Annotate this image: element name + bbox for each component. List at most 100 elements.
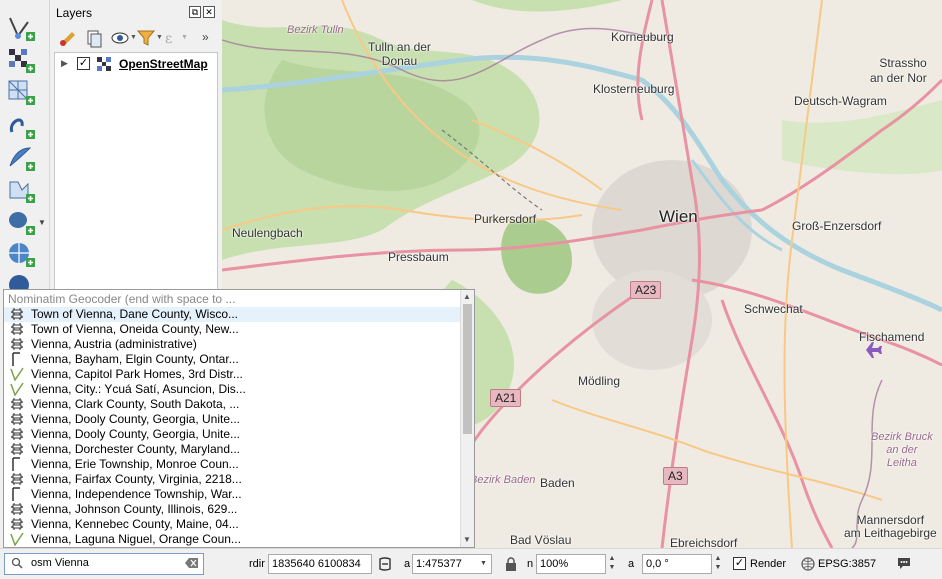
clear-input-icon[interactable] xyxy=(185,557,199,572)
add-vector-layer-icon[interactable] xyxy=(6,176,36,204)
locator-result-item[interactable]: Vienna, Fairfax County, Virginia, 2218..… xyxy=(4,472,460,487)
locator-result-item[interactable]: Vienna, Bayham, Elgin County, Ontar... xyxy=(4,352,460,367)
locator-result-item[interactable]: Vienna, Kennebec County, Maine, 04... xyxy=(4,517,460,532)
crs-label[interactable]: EPSG:3857 xyxy=(818,558,876,570)
locator-result-text: Vienna, City.: Ycuá Satí, Asuncion, Dis.… xyxy=(31,382,246,396)
map-label-bezirk-bruck: Bezirk Bruck an der Leitha xyxy=(871,431,933,469)
coordinate-field[interactable]: 1835640 6100834 xyxy=(268,554,372,574)
add-postgis-icon[interactable] xyxy=(6,208,36,236)
locator-result-text: Vienna, Capitol Park Homes, 3rd Distr... xyxy=(31,367,243,381)
boundary-icon xyxy=(10,412,24,426)
messages-icon[interactable] xyxy=(896,555,912,574)
locator-result-item[interactable]: Vienna, Capitol Park Homes, 3rd Distr... xyxy=(4,367,460,382)
locator-result-text: Vienna, Austria (administrative) xyxy=(31,337,197,351)
scroll-up-icon[interactable]: ▲ xyxy=(463,292,471,301)
raster-layer-icon xyxy=(97,57,111,71)
locator-result-text: Town of Vienna, Oneida County, New... xyxy=(31,322,239,336)
locator-results-popup: Nominatim Geocoder (end with space to ..… xyxy=(3,289,475,548)
scroll-thumb[interactable] xyxy=(463,304,472,434)
render-checkbox[interactable]: ✓ xyxy=(733,557,746,570)
map-label-bezirk-tulln: Bezirk Tulln xyxy=(287,24,344,36)
add-group-icon[interactable] xyxy=(84,28,104,48)
boundary-icon xyxy=(10,307,24,321)
road-shield-a23: A23 xyxy=(630,281,662,299)
locator-result-text: Vienna, Dooly County, Georgia, Unite... xyxy=(31,427,241,441)
locator-result-item[interactable]: Vienna, City.: Ycuá Satí, Asuncion, Dis.… xyxy=(4,382,460,397)
locator-input[interactable] xyxy=(31,557,181,569)
road-icon xyxy=(10,382,24,397)
locator-search-box[interactable] xyxy=(4,553,204,575)
layer-tree: ▶ ✓ OpenStreetMap xyxy=(54,52,218,290)
digitize-vertex-icon[interactable] xyxy=(6,14,36,42)
locator-result-text: Vienna, Kennebec County, Maine, 04... xyxy=(31,517,239,531)
locator-result-text: Vienna, Clark County, South Dakota, ... xyxy=(31,397,240,411)
locator-result-item[interactable]: Vienna, Dooly County, Georgia, Unite... xyxy=(4,427,460,442)
map-label-klosterneuburg: Klosterneuburg xyxy=(593,82,675,96)
locator-result-item[interactable]: Town of Vienna, Dane County, Wisco... xyxy=(4,307,460,322)
locator-result-item[interactable]: Vienna, Erie Township, Monroe Coun... xyxy=(4,457,460,472)
close-panel-icon[interactable]: ✕ xyxy=(203,6,215,18)
boundary-icon xyxy=(10,427,24,441)
add-delimited-text-icon[interactable] xyxy=(6,112,36,140)
toggle-extents-icon[interactable] xyxy=(377,556,393,575)
map-label-modling: Mödling xyxy=(578,374,621,388)
locator-result-text: Town of Vienna, Dane County, Wisco... xyxy=(31,307,238,321)
visibility-eye-icon[interactable] xyxy=(110,28,130,48)
locator-result-text: Vienna, Independence Township, War... xyxy=(31,487,242,501)
scale-dropdown-icon[interactable]: ▼ xyxy=(480,560,487,567)
add-spatialite-icon[interactable] xyxy=(6,144,36,172)
locator-result-item[interactable]: Vienna, Independence Township, War... xyxy=(4,487,460,502)
expression-dropdown-icon[interactable]: ▼ xyxy=(181,34,188,41)
boundary-icon xyxy=(10,322,24,336)
map-label-strasshof: Strassho an der Nor xyxy=(870,56,927,85)
locator-result-item[interactable]: Vienna, Laguna Niguel, Orange Coun... xyxy=(4,532,460,547)
add-mesh-layer-icon[interactable] xyxy=(6,78,36,106)
locator-result-text: Vienna, Dooly County, Georgia, Unite... xyxy=(31,412,241,426)
add-raster-layer-icon[interactable] xyxy=(6,46,36,74)
crs-globe-icon[interactable] xyxy=(801,557,815,574)
locator-result-text: Vienna, Johnson County, Illinois, 629... xyxy=(31,502,238,516)
magnifier-spinner[interactable]: ▲ ▼ xyxy=(606,554,618,574)
map-label-neulengbach: Neulengbach xyxy=(232,226,303,240)
dropdown-arrow-icon[interactable]: ▼ xyxy=(38,218,46,227)
map-label-gross-enzersdorf: Groß-Enzersdorf xyxy=(792,219,882,233)
boundary-icon xyxy=(10,517,24,531)
map-label-wien: Wien xyxy=(659,207,698,226)
layers-panel-title: Layers xyxy=(56,6,93,20)
map-label-schwechat: Schwechat xyxy=(744,302,803,316)
boundary-icon xyxy=(10,337,24,351)
locator-result-item[interactable]: Vienna, Clark County, South Dakota, ... xyxy=(4,397,460,412)
layer-name: OpenStreetMap xyxy=(119,57,208,71)
add-wms-layer-icon[interactable] xyxy=(6,240,36,268)
magnifier-field[interactable]: 100% xyxy=(536,554,606,574)
map-label-pressbaum: Pressbaum xyxy=(388,250,449,264)
rotation-field[interactable]: 0,0 ° xyxy=(642,554,712,574)
lock-scale-icon[interactable] xyxy=(505,557,517,574)
locator-result-text: Vienna, Fairfax County, Virginia, 2218..… xyxy=(31,472,242,486)
locator-result-item[interactable]: Vienna, Johnson County, Illinois, 629... xyxy=(4,502,460,517)
filter-icon[interactable] xyxy=(136,28,156,48)
locator-result-item[interactable]: Vienna, Dorchester County, Maryland... xyxy=(4,442,460,457)
rotation-label: a xyxy=(628,558,635,570)
layer-visibility-checkbox[interactable]: ✓ xyxy=(77,57,90,70)
popup-scrollbar[interactable]: ▲ ▼ xyxy=(460,290,474,547)
rotation-spinner[interactable]: ▲ ▼ xyxy=(712,554,724,574)
locator-result-item[interactable]: Vienna, Austria (administrative) xyxy=(4,337,460,352)
more-tools-icon[interactable]: » xyxy=(202,30,209,44)
filter-expression-icon[interactable]: ε xyxy=(162,28,182,48)
locator-result-text: Vienna, Erie Township, Monroe Coun... xyxy=(31,457,239,471)
map-label-purkersdorf: Purkersdorf xyxy=(474,212,537,226)
locator-group-header: Nominatim Geocoder (end with space to ..… xyxy=(8,292,236,306)
map-label-ebreichsdorf: Ebreichsdorf xyxy=(670,536,738,548)
flag-icon xyxy=(10,487,24,501)
scroll-down-icon[interactable]: ▼ xyxy=(463,535,471,544)
boundary-icon xyxy=(10,442,24,456)
layer-row-openstreetmap[interactable]: ▶ ✓ OpenStreetMap xyxy=(55,55,215,73)
expand-arrow-icon[interactable]: ▶ xyxy=(61,58,68,69)
style-layer-icon[interactable] xyxy=(58,28,78,48)
render-label: Render xyxy=(750,558,787,570)
map-label-korneuburg: Korneuburg xyxy=(611,30,674,44)
locator-result-item[interactable]: Vienna, Dooly County, Georgia, Unite... xyxy=(4,412,460,427)
undock-panel-icon[interactable]: ⧉ xyxy=(189,6,201,18)
locator-result-item[interactable]: Town of Vienna, Oneida County, New... xyxy=(4,322,460,337)
